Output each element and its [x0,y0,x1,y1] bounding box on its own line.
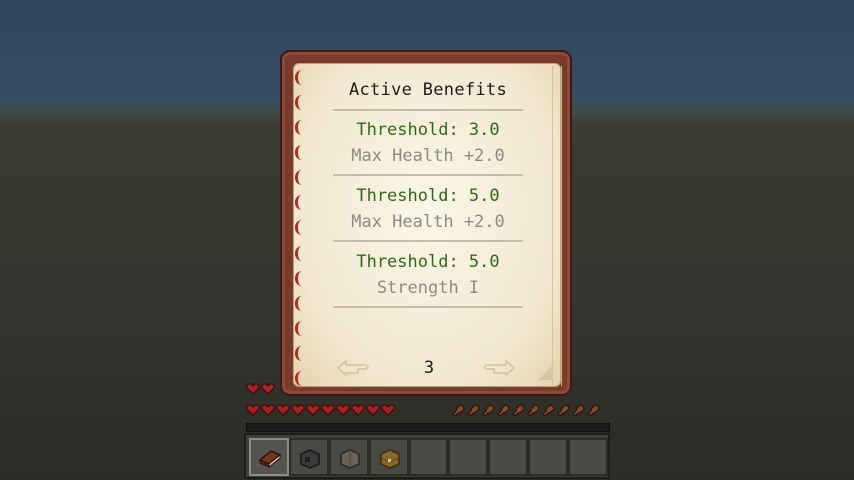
hotbar-slot-7[interactable] [488,438,529,476]
drumstick-icon [587,404,600,416]
page-corner-fold [538,366,552,380]
hotbar-slot-1[interactable] [249,438,289,476]
spiral-ring [295,320,302,336]
heart-icon [261,383,275,395]
hunger-bar [451,404,600,416]
heart-icon [351,404,365,416]
page-edge [552,66,562,386]
entry-benefit: Max Health +2.0 [351,146,505,166]
divider [333,240,523,242]
drumstick-icon [512,404,525,416]
drumstick-icon [572,404,585,416]
entry-threshold: Threshold: 5.0 [356,186,500,206]
heart-icon [381,404,395,416]
spiral-ring [295,220,302,236]
drumstick-icon [482,404,495,416]
hotbar-slot-9[interactable] [568,438,609,476]
hotbar-slot-3[interactable] [328,438,369,476]
heart-icon [321,404,335,416]
furnace-item-icon [300,449,320,469]
entry-benefit: Max Health +2.0 [351,212,505,232]
health-row-extra [246,383,275,395]
heart-icon [246,383,260,395]
spiral-ring [295,145,302,161]
spiral-ring [295,295,302,311]
hotbar-slot-5[interactable] [408,438,449,476]
arrow-left-icon[interactable] [336,358,370,378]
book-item-icon [258,450,282,469]
spiral-ring [295,345,302,361]
heart-icon [261,404,275,416]
book-title: Active Benefits [348,80,508,100]
entry-threshold: Threshold: 5.0 [356,252,500,272]
spiral-binding [295,70,307,386]
chest-item-icon [379,449,400,469]
spiral-ring [295,95,302,111]
hotbar-slot-2[interactable] [288,438,329,476]
spiral-ring [295,120,302,136]
experience-bar [246,423,610,432]
spiral-ring [295,195,302,211]
drumstick-icon [497,404,510,416]
heart-icon [336,404,350,416]
spiral-ring [295,245,302,261]
leather-item-icon [340,449,360,469]
spiral-ring [295,170,302,186]
entry-threshold: Threshold: 3.0 [356,120,500,140]
arrow-right-icon[interactable] [482,358,516,378]
drumstick-icon [557,404,570,416]
page-number: 3 [423,358,435,378]
hotbar-slot-6[interactable] [448,438,489,476]
hotbar [244,433,610,479]
health-bar [246,404,395,416]
heart-icon [366,404,380,416]
divider [333,306,523,308]
drumstick-icon [452,404,465,416]
hotbar-slot-8[interactable] [528,438,569,476]
divider [333,109,523,111]
heart-icon [246,404,260,416]
hotbar-slot-4[interactable] [368,438,409,476]
spiral-ring [295,270,302,286]
drumstick-icon [467,404,480,416]
spiral-ring [295,70,302,85]
heart-icon [291,404,305,416]
spiral-ring [295,370,302,386]
heart-icon [306,404,320,416]
drumstick-icon [542,404,555,416]
drumstick-icon [527,404,540,416]
divider [333,174,523,176]
heart-icon [276,404,290,416]
entry-benefit: Strength I [376,278,480,298]
benefits-book: Active Benefits Threshold: 3.0 Max Healt… [280,50,572,396]
